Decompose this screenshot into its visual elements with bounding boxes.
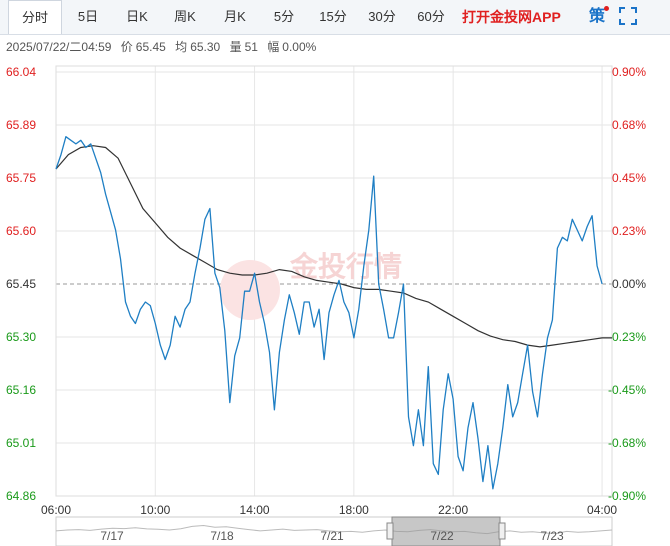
y-tick-label-left: 65.75	[6, 171, 36, 185]
navigator-frame	[55, 516, 613, 546]
y-tick-label-left: 65.30	[6, 330, 36, 344]
open-app-link[interactable]: 打开金投网APP	[462, 0, 561, 34]
navigator-selected-range	[391, 516, 501, 546]
y-tick-label-left: 65.89	[6, 118, 36, 132]
y-tick-label-right: -0.45%	[608, 383, 646, 397]
y-tick-label-right: 0.00%	[612, 277, 646, 291]
navigator-right-handle	[498, 522, 506, 540]
navigator-date-label: 7/23	[540, 529, 564, 543]
navigator-date-label: 7/18	[210, 529, 234, 543]
y-tick-label-right: 0.90%	[612, 65, 646, 79]
left-price-axis: 66.04 65.89 65.75 65.60 65.45 65.30 65.16 65.01…	[6, 65, 36, 503]
quote-info-bar: 2025/07/22/二04:59 价 65.45 均 65.30 量 51 幅 0.0…	[6, 38, 322, 56]
price-label: 价	[120, 40, 133, 54]
volume-value: 51	[244, 40, 258, 54]
fullscreen-icon[interactable]	[619, 7, 637, 25]
y-tick-label-left: 66.04	[6, 65, 36, 79]
y-tick-label-left: 65.01	[6, 436, 36, 450]
tab-15-min[interactable]: 15分	[313, 0, 353, 34]
avg-value: 65.30	[190, 40, 221, 54]
tab-timeshare[interactable]: 分时	[8, 0, 62, 34]
time-axis: 06:00 10:00 14:00 18:00 22:00 04:00	[41, 503, 617, 517]
x-tick-label: 22:00	[438, 503, 468, 517]
y-tick-label-left: 65.45	[6, 277, 36, 291]
change-label: 幅	[267, 40, 280, 54]
watermark-logo	[220, 260, 280, 320]
strategy-button[interactable]: 策	[589, 0, 605, 34]
y-tick-label-right: -0.68%	[608, 436, 646, 450]
y-tick-label-right: -0.23%	[608, 330, 646, 344]
navigator-date-label: 7/17	[100, 529, 124, 543]
quote-datetime: 2025/07/22/二04:59	[6, 40, 112, 54]
tab-60-min[interactable]: 60分	[411, 0, 451, 34]
x-tick-label: 06:00	[41, 503, 71, 517]
range-navigator[interactable]: 7/17 7/18 7/21 7/22 7/23	[55, 516, 613, 546]
navigator-sparkline	[55, 524, 613, 535]
tab-monthly-k[interactable]: 月K	[216, 0, 254, 34]
watermark: 金投行情	[220, 250, 402, 320]
y-tick-label-left: 65.60	[6, 224, 36, 238]
volume-label: 量	[229, 40, 242, 54]
y-tick-label-right: 0.45%	[612, 171, 646, 185]
notification-dot	[604, 6, 609, 11]
right-percent-axis: 0.90% 0.68% 0.45% 0.23% 0.00% -0.23% -0.45% -0.…	[608, 65, 646, 503]
navigator-date-label: 7/21	[320, 529, 344, 543]
tab-5-min[interactable]: 5分	[266, 0, 302, 34]
plot-border	[55, 65, 613, 497]
y-tick-label-left: 64.86	[6, 489, 36, 503]
intraday-chart[interactable]: 金投行情 66.04 65.89 65.75 65.60 65.45 65.30 65.16…	[0, 0, 670, 546]
tab-weekly-k[interactable]: 周K	[166, 0, 204, 34]
period-tab-bar: 分时 5日 日K 周K 月K 5分 15分 30分 60分 打开金投网APP 策	[0, 0, 670, 35]
y-tick-label-right: 0.68%	[612, 118, 646, 132]
x-tick-label: 04:00	[587, 503, 617, 517]
tab-5-day[interactable]: 5日	[70, 0, 106, 34]
tab-daily-k[interactable]: 日K	[118, 0, 156, 34]
y-tick-label-right: -0.90%	[608, 489, 646, 503]
tab-30-min[interactable]: 30分	[362, 0, 402, 34]
x-tick-label: 14:00	[240, 503, 270, 517]
y-tick-label-left: 65.16	[6, 383, 36, 397]
price-line	[55, 136, 603, 490]
navigator-date-label: 7/22	[430, 529, 454, 543]
change-value: 0.00%	[282, 40, 317, 54]
chart-grid	[55, 65, 613, 497]
y-tick-label-right: 0.23%	[612, 224, 646, 238]
x-tick-label: 10:00	[140, 503, 170, 517]
avg-label: 均	[175, 40, 188, 54]
x-tick-label: 18:00	[339, 503, 369, 517]
chart-series	[55, 136, 612, 490]
watermark-text: 金投行情	[289, 250, 402, 283]
price-value: 65.45	[135, 40, 166, 54]
average-price-line	[55, 145, 612, 348]
navigator-left-handle	[386, 522, 394, 540]
